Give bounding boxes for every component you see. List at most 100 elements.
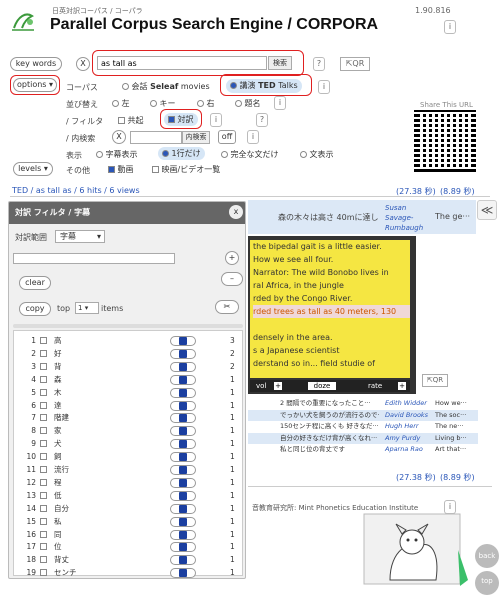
list-item-toggle[interactable]	[170, 348, 196, 359]
key-words-button[interactable]: key words	[10, 57, 62, 71]
list-item-checkbox[interactable]	[40, 543, 47, 551]
sort-title-radio[interactable]: 題名	[235, 98, 261, 109]
scroll-up-button[interactable]: ≪	[477, 200, 497, 220]
list-item[interactable]: 5 木 1	[14, 387, 242, 399]
list-item-checkbox[interactable]	[40, 504, 47, 512]
list-item-toggle[interactable]	[170, 361, 196, 372]
video-qr-button[interactable]: ⇱QR	[422, 374, 448, 387]
list-item-toggle[interactable]	[170, 374, 196, 385]
clear-query-button[interactable]: X	[76, 57, 90, 71]
filter-parallel-checkbox[interactable]: 対訳	[164, 113, 198, 126]
sort-info-button[interactable]: i	[274, 96, 286, 110]
list-item[interactable]: 17 位 1	[14, 541, 242, 553]
list-item-toggle[interactable]	[170, 490, 196, 501]
list-item-checkbox[interactable]	[40, 466, 47, 473]
list-item-checkbox[interactable]	[40, 517, 47, 525]
list-item[interactable]: 6 達 1	[14, 400, 242, 412]
list-item[interactable]: 2 好 2	[14, 348, 242, 360]
row-speaker[interactable]: Aparna Rao	[385, 444, 423, 455]
list-item-checkbox[interactable]	[40, 453, 47, 461]
list-item-toggle[interactable]	[170, 555, 196, 566]
other-video-checkbox[interactable]: 動画	[108, 164, 134, 175]
list-item-toggle[interactable]	[170, 465, 196, 475]
row-speaker[interactable]: Amy Purdy	[385, 433, 420, 444]
list-item[interactable]: 18 背丈 1	[14, 554, 242, 566]
sort-left-radio[interactable]: 左	[112, 98, 130, 109]
row-speaker[interactable]: Hugh Herr	[385, 421, 419, 432]
top-button[interactable]: top	[475, 571, 499, 595]
vol-plus-button[interactable]: +	[274, 382, 282, 390]
top-row-speaker[interactable]: Susan Savage-Rumbaugh	[385, 203, 425, 233]
inner-search-button[interactable]: 内検索	[182, 131, 210, 144]
list-item-checkbox[interactable]	[40, 375, 47, 383]
filter-cooc-checkbox[interactable]: 共起	[118, 115, 144, 126]
back-button[interactable]: back	[475, 544, 499, 568]
list-item-toggle[interactable]	[170, 477, 196, 488]
list-item-checkbox[interactable]	[40, 362, 47, 370]
inner-search-input[interactable]	[130, 131, 182, 144]
row-speaker[interactable]: Edith Widder	[385, 398, 427, 409]
list-item-checkbox[interactable]	[40, 530, 47, 538]
list-item-checkbox[interactable]	[40, 349, 47, 357]
table-row[interactable]: 2 間隔での重要になったこと··· Edith Widder How we···	[248, 398, 478, 410]
panel-close-button[interactable]: x	[229, 205, 243, 219]
list-item-toggle[interactable]	[170, 568, 196, 578]
list-item-checkbox[interactable]	[40, 337, 47, 344]
panel-copy-button[interactable]: copy	[19, 302, 51, 316]
options-button[interactable]: options ▾	[13, 78, 57, 92]
list-item-checkbox[interactable]	[40, 401, 47, 409]
list-item[interactable]: 10 飼 1	[14, 451, 242, 463]
top-count-select[interactable]: 1 ▾	[75, 302, 99, 314]
sort-right-radio[interactable]: 右	[197, 98, 215, 109]
list-item-checkbox[interactable]	[40, 427, 47, 435]
panel-scissors-button[interactable]: ✂	[215, 300, 239, 314]
list-item-toggle[interactable]	[170, 529, 196, 540]
list-item-toggle[interactable]	[170, 439, 196, 450]
panel-titlebar[interactable]: 対訳 フィルタ / 字幕	[9, 202, 245, 224]
help-button[interactable]: ?	[313, 57, 325, 71]
table-row[interactable]: でっかい犬を飼うのが流行るので··· David Brooks The soc·…	[248, 409, 478, 421]
list-item-toggle[interactable]	[170, 400, 196, 411]
info-button[interactable]: i	[444, 20, 456, 34]
list-item-toggle[interactable]	[170, 542, 196, 553]
filter-info-button[interactable]: i	[210, 113, 222, 127]
list-item[interactable]: 4 森 1	[14, 374, 242, 386]
table-row[interactable]: 私と同じ位の背丈です Aparna Rao Art that···	[248, 444, 478, 456]
list-item-toggle[interactable]	[170, 452, 196, 463]
inner-off-toggle[interactable]: off	[218, 130, 236, 144]
corpus-ted-radio[interactable]: 講演 TED Talks	[226, 79, 302, 93]
panel-clear-button[interactable]: clear	[19, 276, 51, 290]
list-item-toggle[interactable]	[170, 426, 196, 437]
row-speaker[interactable]: David Brooks	[385, 410, 428, 421]
list-item[interactable]: 12 程 1	[14, 477, 242, 489]
panel-text-field[interactable]	[13, 253, 175, 264]
list-item-toggle[interactable]	[170, 503, 196, 514]
filter-help-button[interactable]: ?	[256, 113, 268, 127]
range-select[interactable]: 字幕 ▾	[55, 230, 105, 243]
disp-oneline-radio[interactable]: 1行だけ	[158, 147, 205, 160]
list-item-checkbox[interactable]	[40, 388, 47, 396]
list-item[interactable]: 14 自分 1	[14, 503, 242, 515]
doze-button[interactable]: doze	[308, 382, 336, 390]
corpus-seleaf-radio[interactable]: 会話 Seleaf movies	[122, 81, 210, 92]
inner-clear-button[interactable]: X	[112, 130, 126, 144]
sort-key-radio[interactable]: キー	[150, 98, 176, 109]
list-item[interactable]: 15 私 1	[14, 516, 242, 528]
list-item-toggle[interactable]	[170, 413, 196, 424]
list-item-checkbox[interactable]	[40, 491, 47, 499]
list-item-checkbox[interactable]	[40, 569, 47, 577]
table-row[interactable]: 150センチ程に高くも 好きなだ··· Hugh Herr The ne···	[248, 421, 478, 433]
rate-plus-button[interactable]: +	[398, 382, 406, 390]
list-item-checkbox[interactable]	[40, 440, 47, 448]
disp-context-radio[interactable]: 文表示	[300, 149, 334, 160]
search-input[interactable]	[97, 56, 267, 70]
list-item[interactable]: 7 階建 1	[14, 412, 242, 424]
table-row[interactable]: 自分の好きなだけ背が高くなれ··· Amy Purdy Living b···	[248, 432, 478, 444]
disp-full-radio[interactable]: 完全な文だけ	[221, 149, 279, 160]
list-item[interactable]: 11 流行 1	[14, 464, 242, 476]
list-item[interactable]: 9 犬 1	[14, 438, 242, 450]
list-item[interactable]: 16 同 1	[14, 529, 242, 541]
list-item-checkbox[interactable]	[40, 414, 47, 422]
corpus-info-button[interactable]: i	[318, 80, 330, 94]
panel-add-button[interactable]: +	[225, 251, 239, 265]
